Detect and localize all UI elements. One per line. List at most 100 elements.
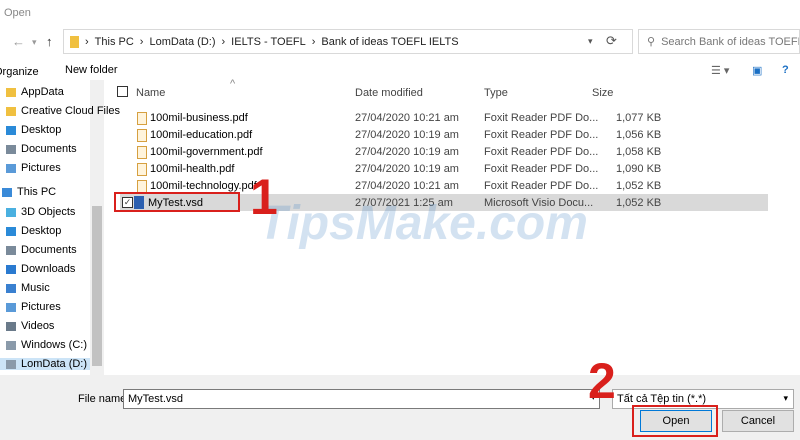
sidebar-item[interactable]: AppData xyxy=(6,86,64,98)
videos-icon xyxy=(6,321,16,331)
sidebar-item[interactable]: Documents xyxy=(6,143,77,155)
pictures-icon xyxy=(6,163,16,173)
view-options-icon[interactable]: ☰ ▾ xyxy=(711,64,729,77)
step-number-1: 1 xyxy=(250,169,278,225)
column-header-date[interactable]: Date modified xyxy=(355,87,423,99)
sidebar-item-label: Creative Cloud Files xyxy=(21,105,121,117)
sidebar-item[interactable]: This PC xyxy=(2,186,56,198)
preview-pane-icon[interactable]: ▣ xyxy=(752,64,762,77)
sort-ascending-icon: ^ xyxy=(230,78,236,90)
sidebar-item-label: AppData xyxy=(21,86,64,98)
breadcrumb[interactable]: LomData (D:) xyxy=(149,36,215,48)
sidebar-item[interactable]: Windows (C:) xyxy=(6,339,87,351)
sidebar-item[interactable]: LomData (D:) xyxy=(0,358,90,370)
pdf-file-icon xyxy=(137,112,147,125)
pdf-file-icon xyxy=(137,146,147,159)
breadcrumb[interactable]: Bank of ideas TOEFL IELTS xyxy=(321,36,458,48)
back-icon[interactable]: ← xyxy=(12,34,25,49)
folder-icon xyxy=(6,87,16,97)
file-date: 27/04/2020 10:21 am xyxy=(355,180,459,192)
file-size: 1,090 KB xyxy=(616,163,662,175)
file-type: Foxit Reader PDF Do... xyxy=(484,129,599,141)
file-size: 1,052 KB xyxy=(616,180,662,192)
file-row[interactable]: 100mil-government.pdf 27/04/2020 10:19 am… xyxy=(120,143,768,160)
address-dropdown-icon[interactable]: ▾ xyxy=(588,36,593,47)
file-row[interactable]: 100mil-business.pdf 27/04/2020 10:21 am Fo… xyxy=(120,109,768,126)
sidebar-item-label: LomData (D:) xyxy=(21,358,88,370)
file-size: 1,077 KB xyxy=(616,112,662,124)
column-header-size[interactable]: Size xyxy=(592,87,613,99)
sidebar-item-label: Desktop xyxy=(21,124,62,136)
sidebar-item-label: Downloads xyxy=(21,263,76,275)
sidebar-item-label: This PC xyxy=(17,186,57,198)
sidebar-item[interactable]: Pictures xyxy=(6,162,61,174)
file-type: Foxit Reader PDF Do... xyxy=(484,180,599,192)
navigation-bar: ← ▾ ↑ › This PC › LomData (D:) › IELTS - TO… xyxy=(0,26,800,56)
watermark: TipsMake.com xyxy=(258,197,588,250)
desktop-icon xyxy=(6,125,16,135)
refresh-icon[interactable]: ⟳ xyxy=(606,33,617,49)
sidebar-item[interactable]: 3D Objects xyxy=(6,206,75,218)
recent-dropdown-icon[interactable]: ▾ xyxy=(32,37,37,48)
file-name: 100mil-technology.pdf xyxy=(150,180,257,192)
file-name: 100mil-government.pdf xyxy=(150,146,263,158)
navigation-pane: AppData Creative Cloud Files Desktop Docume… xyxy=(0,80,120,375)
window-title: Open xyxy=(4,7,31,19)
file-size: 1,056 KB xyxy=(616,129,662,141)
file-date: 27/04/2020 10:19 am xyxy=(355,146,459,158)
file-name: 100mil-health.pdf xyxy=(150,163,235,175)
documents-icon xyxy=(6,245,16,255)
new-folder-button[interactable]: New folder xyxy=(65,64,118,76)
breadcrumb[interactable]: This PC xyxy=(95,36,134,48)
file-row[interactable]: 100mil-health.pdf 27/04/2020 10:19 am Foxi… xyxy=(120,160,768,177)
column-header-type[interactable]: Type xyxy=(484,87,508,99)
file-name-label: File name: xyxy=(78,393,130,405)
address-bar[interactable]: › This PC › LomData (D:) › IELTS - TOEFL › B… xyxy=(63,29,633,54)
sidebar-item[interactable]: Downloads xyxy=(6,263,75,275)
3d-icon xyxy=(6,207,16,217)
sidebar-item[interactable]: Creative Cloud Files xyxy=(6,105,120,117)
file-date: 27/04/2020 10:21 am xyxy=(355,112,459,124)
sidebar-item-label: Pictures xyxy=(21,162,61,174)
file-type: Foxit Reader PDF Do... xyxy=(484,112,599,124)
sidebar-item-label: Music xyxy=(21,282,50,294)
documents-icon xyxy=(6,144,16,154)
search-icon: ⚲ xyxy=(647,36,656,48)
file-row[interactable]: 100mil-education.pdf 27/04/2020 10:19 am F… xyxy=(120,126,768,143)
file-name-input[interactable]: MyTest.vsd xyxy=(123,389,600,409)
file-size: 1,052 KB xyxy=(616,197,662,209)
sidebar-item-label: Pictures xyxy=(21,301,61,313)
drive-icon xyxy=(6,340,16,350)
sidebar-item-label: Documents xyxy=(21,244,77,256)
desktop-icon xyxy=(6,226,16,236)
column-header-name[interactable]: Name xyxy=(136,87,165,99)
downloads-icon xyxy=(6,264,16,274)
sidebar-item[interactable]: Pictures xyxy=(6,301,61,313)
music-icon xyxy=(6,283,16,293)
file-type: Foxit Reader PDF Do... xyxy=(484,163,599,175)
up-icon[interactable]: ↑ xyxy=(46,34,53,49)
folder-icon xyxy=(6,106,16,116)
cancel-button[interactable]: Cancel xyxy=(722,410,794,432)
sidebar-item-label: Videos xyxy=(21,320,55,332)
file-size: 1,058 KB xyxy=(616,146,662,158)
select-all-checkbox[interactable] xyxy=(117,86,128,97)
sidebar-item-label: Desktop xyxy=(21,225,62,237)
help-icon[interactable]: ? xyxy=(782,64,789,76)
sidebar-item[interactable]: Documents xyxy=(6,244,77,256)
pdf-file-icon xyxy=(137,163,147,176)
sidebar-item[interactable]: Desktop xyxy=(6,124,61,136)
sidebar-item[interactable]: Music xyxy=(6,282,50,294)
file-date: 27/04/2020 10:19 am xyxy=(355,163,459,175)
sidebar-item[interactable]: Desktop xyxy=(6,225,61,237)
sidebar-item[interactable]: Videos xyxy=(6,320,54,332)
breadcrumb[interactable]: IELTS - TOEFL xyxy=(231,36,306,48)
file-date: 27/04/2020 10:19 am xyxy=(355,129,459,141)
search-input[interactable]: ⚲Search Bank of ideas TOEFL IELTS xyxy=(638,29,800,54)
sidebar-scroll-thumb[interactable] xyxy=(92,206,102,366)
pdf-file-icon xyxy=(137,129,147,142)
folder-icon xyxy=(70,35,79,48)
file-name: 100mil-education.pdf xyxy=(150,129,253,141)
sidebar-item-label: 3D Objects xyxy=(21,206,76,218)
sidebar-item-label: Windows (C:) xyxy=(21,339,88,351)
